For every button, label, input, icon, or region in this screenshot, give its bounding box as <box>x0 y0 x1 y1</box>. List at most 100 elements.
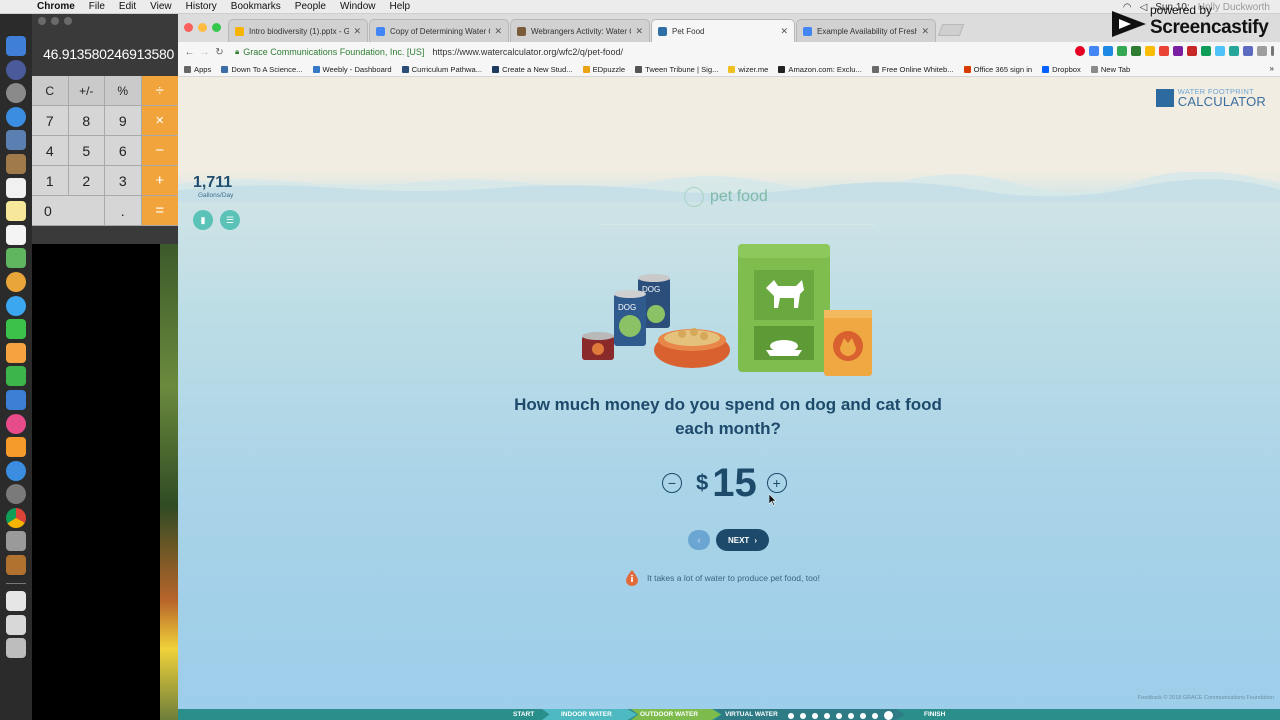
tab-intro-biodiversity[interactable]: Intro biodiversity (1).pptx - Go ✕ <box>228 19 368 42</box>
list-icon[interactable]: ☰ <box>220 210 240 230</box>
calc-key-subtract[interactable]: − <box>141 136 178 166</box>
bar-chart-icon[interactable]: ▮ <box>193 210 213 230</box>
tab-close-icon[interactable]: ✕ <box>353 26 361 37</box>
progress-step-finish[interactable]: FINISH <box>924 709 945 720</box>
facetime-icon[interactable] <box>6 319 26 340</box>
extension-icon[interactable] <box>1159 46 1169 56</box>
extension-icon[interactable] <box>1201 46 1211 56</box>
bookmark-create-new-student[interactable]: Create a New Stud... <box>492 65 573 74</box>
ibooks-icon[interactable] <box>6 437 26 458</box>
bookmark-online-whiteboard[interactable]: Free Online Whiteb... <box>871 65 954 74</box>
browser-close-icon[interactable] <box>184 23 193 32</box>
calc-key-1[interactable]: 1 <box>32 166 69 196</box>
browser-zoom-icon[interactable] <box>212 23 221 32</box>
progress-dot[interactable] <box>872 712 878 719</box>
site-identity[interactable]: Grace Communications Foundation, Inc. [U… <box>243 47 424 57</box>
calc-key-3[interactable]: 3 <box>105 166 142 196</box>
app-store-icon[interactable] <box>6 460 26 481</box>
calc-key-6[interactable]: 6 <box>105 136 142 166</box>
downloads-icon[interactable] <box>6 614 26 635</box>
progress-dot[interactable] <box>812 712 818 719</box>
menu-bookmarks[interactable]: Bookmarks <box>224 1 288 12</box>
lock-icon[interactable]: 🔒︎ <box>235 47 239 57</box>
extension-icon[interactable] <box>1229 46 1239 56</box>
menu-dots-icon[interactable] <box>1271 46 1274 56</box>
extension-icon[interactable] <box>1243 46 1253 56</box>
calc-key-divide[interactable]: ÷ <box>141 76 178 106</box>
extension-icon[interactable] <box>1131 46 1141 56</box>
bookmark-office-365[interactable]: Office 365 sign in <box>963 65 1032 74</box>
new-tab-button[interactable] <box>937 24 965 36</box>
extension-icon[interactable] <box>1103 46 1113 56</box>
url-field[interactable]: https://www.watercalculator.org/wfc2/q/p… <box>432 47 623 57</box>
back-arrow-icon[interactable]: ← <box>182 47 197 58</box>
next-button[interactable]: NEXT › <box>716 529 769 551</box>
calc-key-multiply[interactable]: × <box>141 106 178 136</box>
calc-key-percent[interactable]: % <box>105 76 142 106</box>
zoom-window-icon[interactable] <box>64 17 72 25</box>
tab-close-icon[interactable]: ✕ <box>921 26 929 37</box>
notes-icon[interactable] <box>6 201 26 222</box>
reminders-icon[interactable] <box>6 224 26 245</box>
chrome-icon[interactable] <box>6 507 26 528</box>
bookmarks-overflow-icon[interactable]: » <box>1270 64 1274 73</box>
tab-close-icon[interactable]: ✕ <box>780 26 788 37</box>
bookmark-tween-tribune[interactable]: Tween Tribune | Sig... <box>635 65 718 74</box>
tab-determining-water-quality[interactable]: Copy of Determining Water Qu ✕ <box>369 19 509 42</box>
bookmark-down-to-a-science[interactable]: Down To A Science... <box>221 65 303 74</box>
trash-icon[interactable] <box>6 638 26 659</box>
calc-key-8[interactable]: 8 <box>68 106 105 136</box>
tab-example-availability[interactable]: Example Availability of Fresh W ✕ <box>796 19 936 42</box>
photos-icon[interactable] <box>6 271 26 292</box>
water-footprint-logo[interactable]: WATER FOOTPRINT CALCULATOR <box>1155 88 1266 108</box>
menu-window[interactable]: Window <box>333 1 383 12</box>
calc-key-2[interactable]: 2 <box>68 166 105 196</box>
preview-icon[interactable] <box>6 130 26 151</box>
calc-key-4[interactable]: 4 <box>32 136 69 166</box>
bookmark-edpuzzle[interactable]: EDpuzzle <box>582 65 625 74</box>
document-icon[interactable] <box>6 591 26 612</box>
extension-icon[interactable] <box>1089 46 1099 56</box>
progress-step-indoor-water[interactable]: INDOOR WATER <box>561 709 612 720</box>
close-window-icon[interactable] <box>38 17 46 25</box>
tab-webrangers-activity[interactable]: Webrangers Activity: Water Qu ✕ <box>510 19 650 42</box>
menu-people[interactable]: People <box>288 1 333 12</box>
calc-key-add[interactable]: + <box>141 166 178 196</box>
bookmark-weebly[interactable]: Weebly - Dashboard <box>312 65 392 74</box>
tab-pet-food[interactable]: Pet Food ✕ <box>651 19 795 42</box>
extension-icon[interactable] <box>1145 46 1155 56</box>
extension-icon[interactable] <box>1187 46 1197 56</box>
screenshot-icon[interactable] <box>6 531 26 552</box>
calendar-icon[interactable] <box>6 177 26 198</box>
progress-dot[interactable] <box>824 712 830 719</box>
calc-key-decimal[interactable]: . <box>105 196 142 226</box>
progress-step-virtual-water[interactable]: VIRTUAL WATER <box>725 709 778 720</box>
minimize-window-icon[interactable] <box>51 17 59 25</box>
maps-icon[interactable] <box>6 248 26 269</box>
feedback-link[interactable]: Feedback <box>1138 695 1162 701</box>
calc-key-0[interactable]: 0 <box>32 196 105 226</box>
progress-dot[interactable] <box>848 712 854 719</box>
progress-dot[interactable] <box>800 712 806 719</box>
calc-key-equals[interactable]: = <box>141 196 178 226</box>
finder-icon[interactable] <box>6 36 26 56</box>
amount-value[interactable]: 15 <box>712 461 757 506</box>
menu-help[interactable]: Help <box>383 1 418 12</box>
forward-arrow-icon[interactable]: → <box>197 47 212 58</box>
progress-dot[interactable] <box>860 712 866 719</box>
pinterest-extension-icon[interactable] <box>1075 46 1085 56</box>
launchpad-icon[interactable] <box>6 59 26 80</box>
extension-icon[interactable] <box>1257 46 1267 56</box>
messages-icon[interactable] <box>6 295 26 316</box>
menu-history[interactable]: History <box>179 1 224 12</box>
calc-key-5[interactable]: 5 <box>68 136 105 166</box>
itunes-icon[interactable] <box>6 413 26 434</box>
menu-app-name[interactable]: Chrome <box>30 1 82 12</box>
menu-edit[interactable]: Edit <box>112 1 143 12</box>
system-preferences-icon[interactable] <box>6 484 26 505</box>
extension-icon[interactable] <box>1117 46 1127 56</box>
numbers-icon[interactable] <box>6 366 26 387</box>
pages-icon[interactable] <box>6 342 26 363</box>
progress-dot[interactable] <box>884 711 893 720</box>
bookmark-amazon[interactable]: Amazon.com: Exclu... <box>778 65 862 74</box>
